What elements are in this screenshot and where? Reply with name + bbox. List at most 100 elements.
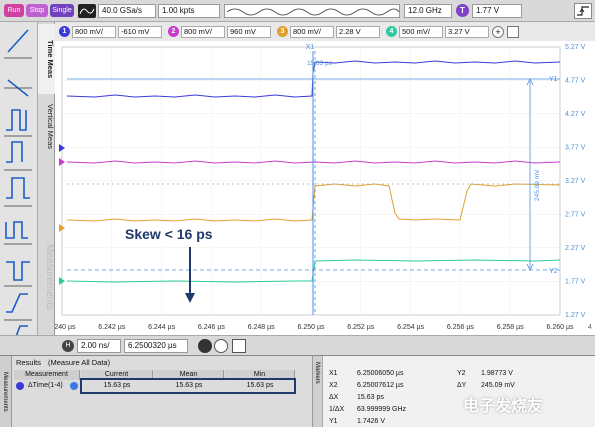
results-side-label: Measurements [2,372,8,412]
ch4-scale[interactable]: 500 mV/ [399,26,443,38]
y-tick-label: 2.77 V [565,212,586,219]
measurements-watermark: Measurements [44,243,55,311]
position-field[interactable]: 6.2500320 µs [124,339,188,353]
left-toolbar [0,22,38,354]
waveform-svg: 5.27 V 4.77 V 4.27 V 3.77 V 3.27 V 2.77 V 2.27… [49,44,593,331]
grid [61,46,561,316]
x1-value-label: 15.63 ps [307,60,333,67]
x-tick-label: 6.250 µs [298,324,325,331]
watermark-text: 电子发烧友 [463,398,544,415]
bandwidth-field[interactable]: 12.0 GHz [404,4,452,18]
markers-side-tab[interactable]: Markers [313,356,323,427]
y-tick-label: 4.27 V [565,111,586,118]
tab-vertical-meas[interactable]: Vertical Meas [38,96,55,158]
markers-panel: Markers X1 6.25006050 µs X2 6.25007612 µs ΔX… [312,355,595,427]
skew-annotation: Skew < 16 ps [125,226,213,242]
single-button[interactable]: Single [50,4,74,17]
delta-y-label: 245.09 mV [534,169,541,201]
menu-icon[interactable] [507,26,519,38]
ch2-offset[interactable]: 960 mV [227,26,271,38]
row-measurement-name: ΔTime(1-4) [28,382,63,389]
waveform-display[interactable]: 5.27 V 4.77 V 4.27 V 3.77 V 3.27 V 2.77 V 2.27… [49,41,595,354]
trigger-badge[interactable]: T [456,4,469,17]
y-tick-label: 5.27 V [565,44,586,51]
points-field[interactable]: 1.00 kpts [158,4,220,18]
stop-button[interactable]: Stop [26,4,48,17]
delta-y-label-text: ΔY [457,382,467,389]
x1-marker-label: X1 [306,44,315,51]
marker-label: 1/ΔX [329,406,345,413]
fft-icon[interactable] [78,4,96,18]
y-tick-label: 3.27 V [565,178,586,185]
run-button[interactable]: Run [4,4,24,17]
x-tick-label: 6.254 µs [397,324,424,331]
ch2-scale[interactable]: 800 mV/ [181,26,225,38]
y-tick-label: 3.77 V [565,145,586,152]
ch1-dot-icon [16,382,24,390]
measurement-icons [4,29,32,343]
ch3-offset[interactable]: 2.28 V [336,26,380,38]
ch1-scale[interactable]: 800 mV/ [72,26,116,38]
tab-time-meas[interactable]: Time Meas [38,24,55,94]
trigger-level-field[interactable]: 1.77 V [472,4,522,18]
x-tick-label: 6.242 µs [98,324,125,331]
x-tick-label: 6.246 µs [198,324,225,331]
ch1-badge[interactable]: 1 [59,26,70,37]
ch3-scale[interactable]: 800 mV/ [290,26,334,38]
results-subtitle: (Measure All Data) [48,358,111,367]
sample-rate-field[interactable]: 40.0 GSa/s [98,4,156,18]
x-tick-label: 6.260 µs [547,324,574,331]
header-measurement[interactable]: Measurement [14,370,80,380]
oscilloscope-app: Run Stop Single 40.0 GSa/s 1.00 kpts 12.… [0,0,595,427]
y2-marker-label: Y2 [549,268,558,275]
y-tick-label: 2.27 V [565,245,586,252]
y-tick-label: 1.27 V [565,312,586,319]
marker-value: 6.25006050 µs [357,370,404,377]
y2-value: 1.98773 V [481,370,513,377]
marker-label: X1 [329,370,338,377]
center-icon[interactable] [214,339,228,353]
y1-marker-label: Y1 [549,76,558,83]
right-edge-label: 4 [588,324,592,331]
trigger-edge-icon[interactable] [574,3,592,19]
marker-label: X2 [329,382,338,389]
x-tick-label: 6.256 µs [447,324,474,331]
zoom-icon[interactable] [198,339,212,353]
waveform-overview [224,4,400,18]
delta-y-value: 245.09 mV [481,382,515,389]
y2-label: Y2 [457,370,466,377]
navigate-icon[interactable] [232,339,246,353]
add-channel-icon[interactable]: + [492,26,504,38]
ch1-offset[interactable]: -610 mV [118,26,162,38]
marker-value: 15.63 ps [357,394,384,401]
ch4-offset[interactable]: 3.27 V [445,26,489,38]
marker-value: 1.7426 V [357,418,386,425]
ch2-badge[interactable]: 2 [168,26,179,37]
results-title: Results [16,358,42,367]
markers-title: Markers [314,362,320,384]
marker-label: Y1 [329,418,338,425]
marker-value: 63.999999 GHz [357,406,407,413]
channel-bar: 1 800 mV/ -610 mV 2 800 mV/ 960 mV 3 800… [55,23,595,41]
y-tick-label: 1.77 V [565,279,586,286]
table-row-name[interactable]: ΔTime(1-4) [14,381,80,391]
side-tabs: Time Meas Vertical Meas Measurements [38,22,55,354]
x-tick-label: 6.240 µs [55,324,76,331]
horizontal-badge[interactable]: H [62,340,74,352]
results-side-tab[interactable]: Measurements [0,356,12,427]
results-panel: Measurements Results (Measure All Data) … [0,355,312,427]
ch3-badge[interactable]: 3 [277,26,288,37]
row-min: 15.63 ps [246,382,274,389]
x-tick-label: 6.258 µs [497,324,524,331]
x-tick-label: 6.252 µs [347,324,374,331]
time-div-field[interactable]: 2.00 ns/ [77,339,121,353]
x-tick-label: 6.244 µs [148,324,175,331]
ch4-badge[interactable]: 4 [386,26,397,37]
x-tick-label: 6.248 µs [248,324,275,331]
marker-label: ΔX [329,394,339,401]
row-mean: 15.63 ps [175,382,203,389]
info-icon[interactable] [70,382,78,390]
horizontal-bar: H 2.00 ns/ 6.2500320 µs [0,335,595,355]
top-toolbar: Run Stop Single 40.0 GSa/s 1.00 kpts 12.… [0,0,595,22]
y-tick-label: 4.77 V [565,78,586,85]
